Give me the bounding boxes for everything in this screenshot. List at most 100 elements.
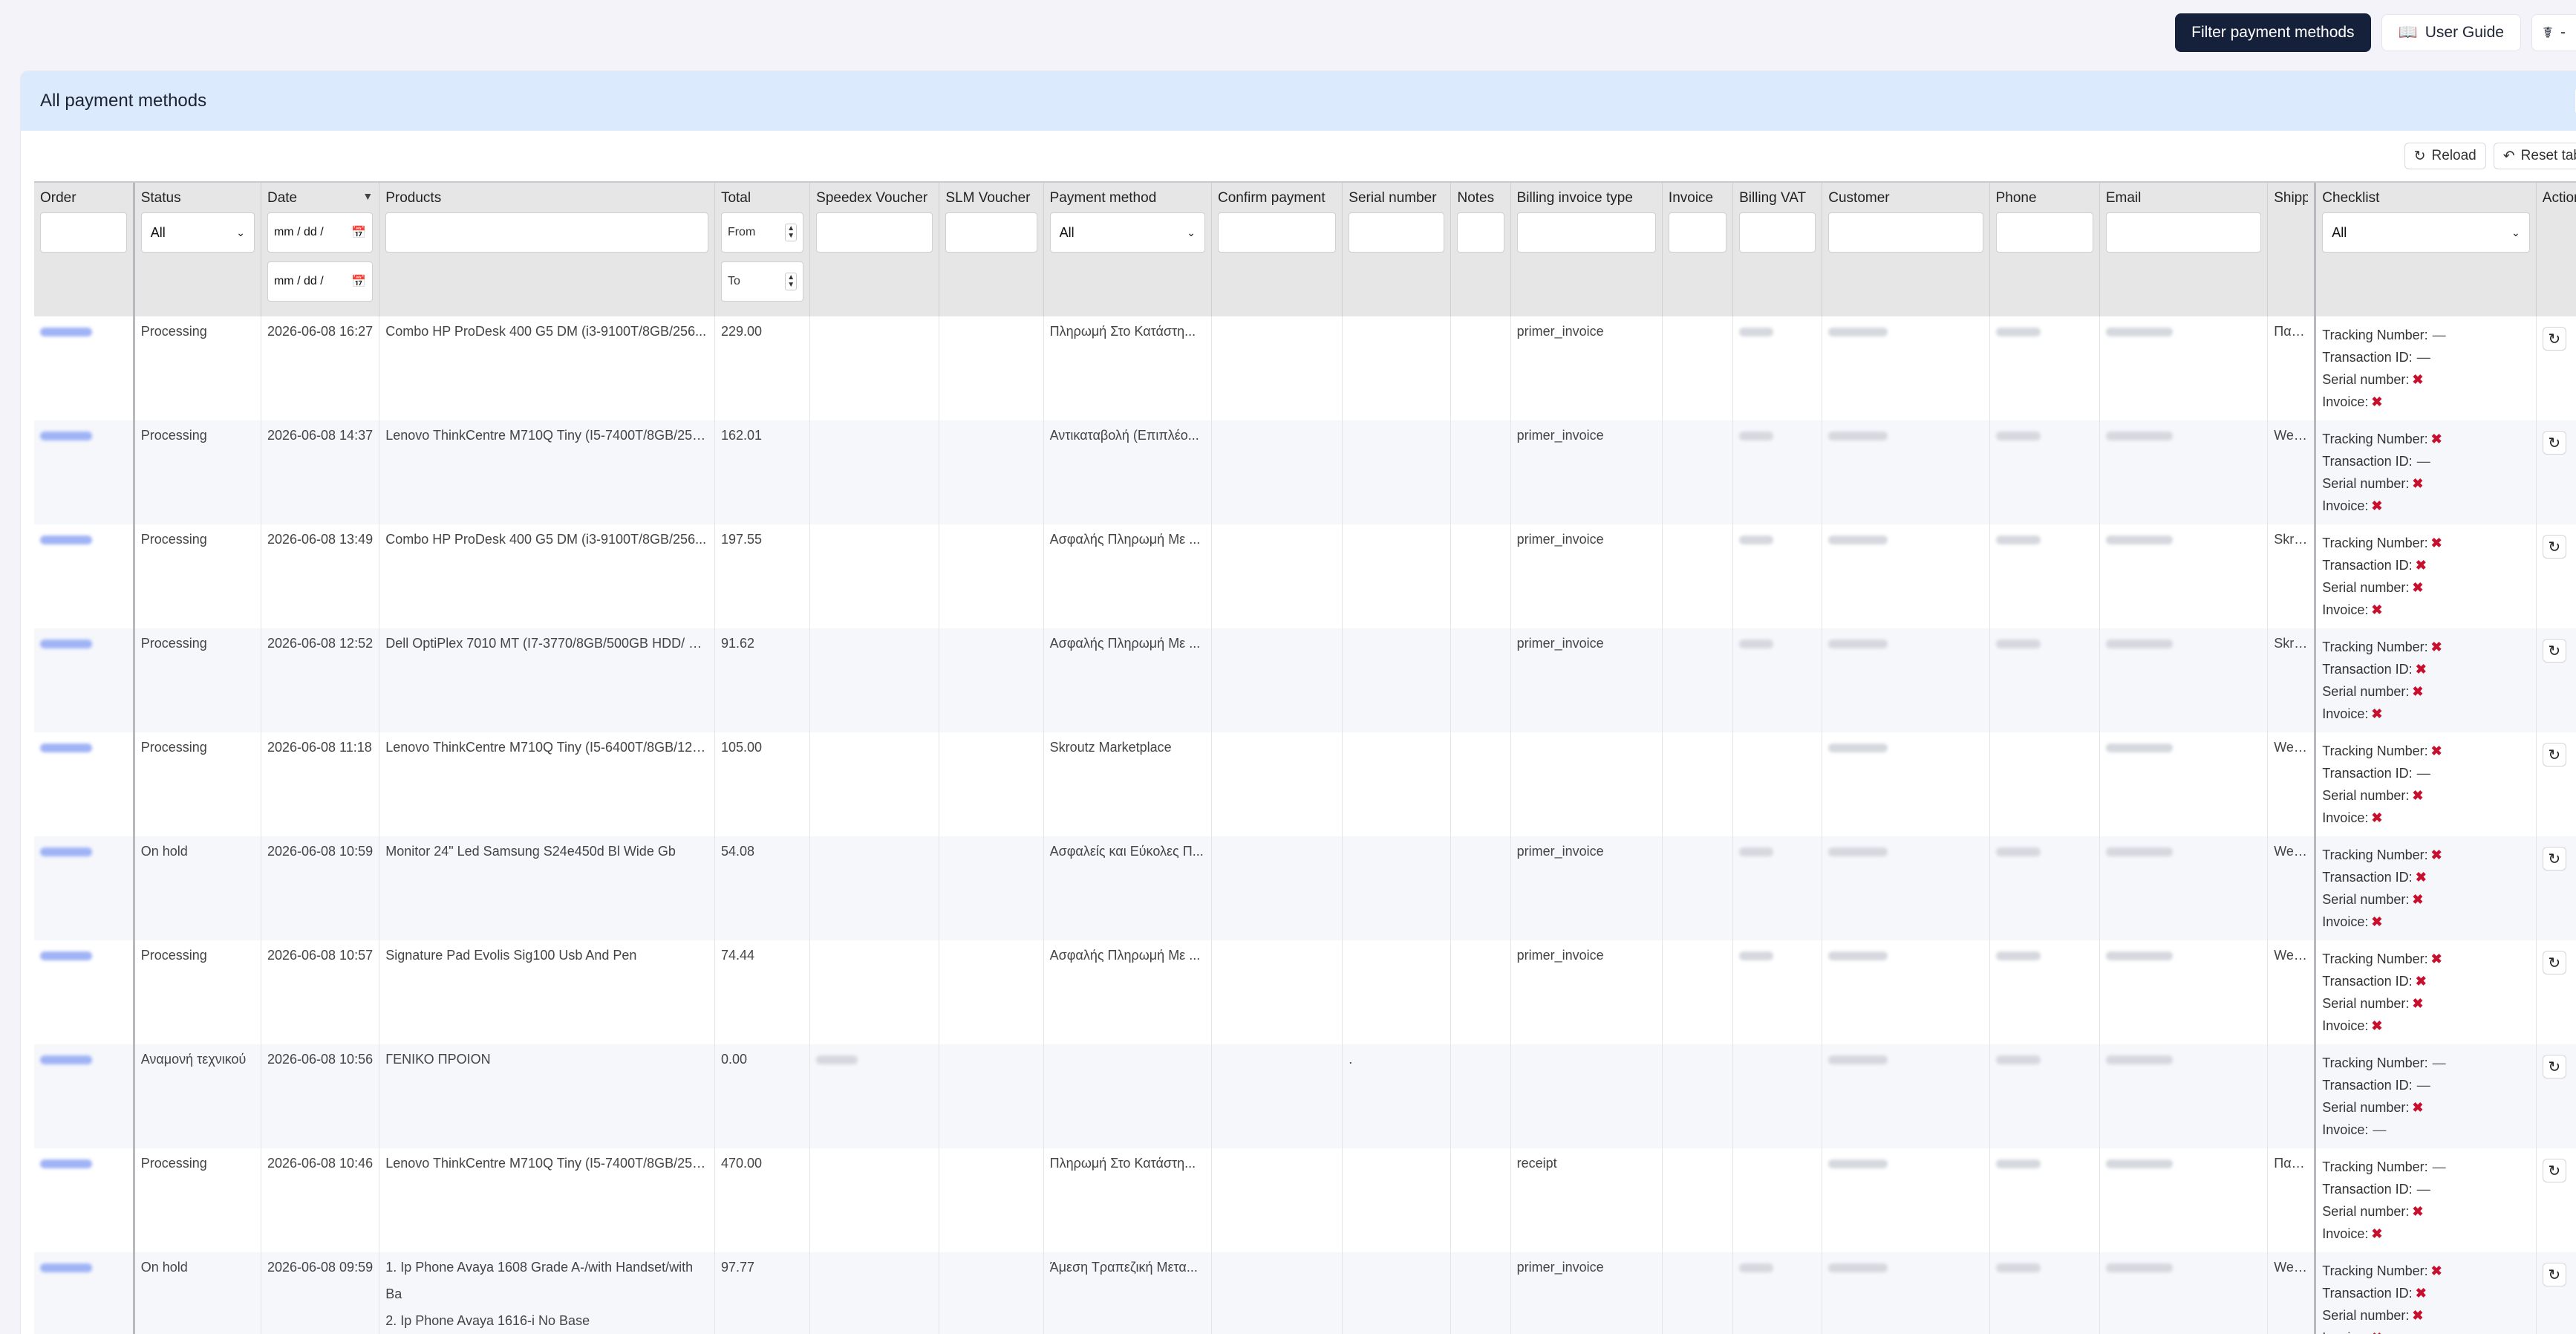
filter-payment-methods-button[interactable]: Filter payment methods	[2175, 13, 2371, 52]
cell-confirm	[1211, 524, 1343, 628]
table-row[interactable]: Processing 2026-06-08 14:37 Lenovo ThinkCe…	[34, 420, 2576, 524]
order-link[interactable]	[40, 1263, 92, 1273]
total-from-input[interactable]: From ▲ ▼	[720, 212, 804, 253]
column-label-vat[interactable]: Billing VAT	[1739, 190, 1816, 206]
order-link[interactable]	[40, 432, 92, 441]
confirm-filter-input[interactable]	[1217, 212, 1337, 253]
sort-desc-icon[interactable]: ▼	[362, 190, 373, 202]
calendar-icon[interactable]: 📅	[351, 274, 366, 289]
refresh-icon[interactable]: ↻	[2542, 327, 2566, 351]
column-label-billing_type[interactable]: Billing invoice type	[1517, 190, 1656, 206]
table-row[interactable]: On hold 2026-06-08 10:59 Monitor 24" Led S…	[34, 836, 2576, 940]
column-label-customer[interactable]: Customer	[1828, 190, 1983, 206]
checklist-label: Invoice:	[2322, 706, 2369, 721]
column-label-serial[interactable]: Serial number	[1349, 190, 1444, 206]
number-spinner-icon[interactable]: ▲ ▼	[785, 224, 798, 241]
column-label-total[interactable]: Total	[721, 190, 803, 206]
column-label-notes[interactable]: Notes	[1457, 190, 1504, 206]
column-label-status[interactable]: Status	[141, 190, 255, 206]
payment-filter-select[interactable]: All ⌄	[1049, 212, 1205, 253]
status-filter-select[interactable]: All ⌄	[140, 212, 255, 253]
billing_type-filter-input[interactable]	[1516, 212, 1656, 253]
refresh-icon[interactable]: ↻	[2542, 743, 2566, 767]
column-label-email[interactable]: Email	[2106, 190, 2261, 206]
slm-filter-input[interactable]	[945, 212, 1037, 253]
notes-filter-input[interactable]	[1457, 212, 1504, 253]
checklist-label: Transaction ID:	[2322, 350, 2413, 365]
cross-icon: ✖	[2371, 706, 2383, 721]
refresh-icon[interactable]: ↻	[2542, 535, 2566, 559]
reset-table-button[interactable]: ↶ Reset tab	[2493, 143, 2576, 169]
refresh-icon[interactable]: ↻	[2542, 431, 2566, 455]
cell-serial	[1342, 940, 1452, 1044]
table-row[interactable]: Αναμονή τεχνικού 2026-06-08 10:56 ΓΕΝΙΚΟ Π…	[34, 1044, 2576, 1148]
column-label-speedex[interactable]: Speedex Voucher	[816, 190, 933, 206]
customer-value	[1828, 1055, 1888, 1065]
shipping-text: Skrout	[2274, 532, 2313, 547]
table-row[interactable]: Processing 2026-06-08 10:46 Lenovo ThinkCe…	[34, 1148, 2576, 1252]
phone-value	[1995, 640, 2041, 649]
table-row[interactable]: Processing 2026-06-08 16:27 Combo HP ProDe…	[34, 316, 2576, 420]
column-label-shipping[interactable]: Shipp	[2274, 190, 2308, 206]
reload-button[interactable]: ↻ Reload	[2404, 143, 2486, 169]
cross-icon: ✖	[2415, 1286, 2427, 1301]
table-row[interactable]: Processing 2026-06-08 10:57 Signature Pad …	[34, 940, 2576, 1044]
column-label-confirm[interactable]: Confirm payment	[1218, 190, 1336, 206]
column-label-products[interactable]: Products	[385, 190, 708, 206]
chevron-down-icon: ⌄	[1187, 226, 1196, 238]
column-label-phone[interactable]: Phone	[1996, 190, 2093, 206]
calendar-icon[interactable]: 📅	[351, 225, 366, 240]
date-from-input[interactable]: mm / dd / 📅	[267, 212, 374, 253]
cell-invoice	[1662, 836, 1734, 940]
number-spinner-icon[interactable]: ▲ ▼	[785, 273, 798, 290]
order-filter-input[interactable]	[40, 212, 127, 253]
total-to-input[interactable]: To ▲ ▼	[720, 261, 804, 302]
order-link[interactable]	[40, 744, 92, 753]
checklist-filter-select[interactable]: All ⌄	[2322, 212, 2530, 253]
serial-filter-input[interactable]	[1349, 212, 1445, 253]
column-label-invoice[interactable]: Invoice	[1669, 190, 1726, 206]
date-to-input[interactable]: mm / dd / 📅	[267, 261, 374, 302]
table-row[interactable]: On hold 2026-06-08 09:59 1. Ip Phone Avaya…	[34, 1252, 2576, 1334]
accessibility-button[interactable]: ☤ -	[2531, 14, 2576, 51]
vat-filter-input[interactable]	[1739, 212, 1816, 253]
customer-filter-input[interactable]	[1828, 212, 1983, 253]
cell-total: 229.00	[714, 316, 811, 420]
refresh-icon[interactable]: ↻	[2542, 639, 2566, 663]
products-filter-input[interactable]	[385, 212, 708, 253]
checklist-transaction: Transaction ID: ✖	[2322, 970, 2529, 992]
cell-date: 2026-06-08 16:27	[261, 316, 380, 420]
column-label-date[interactable]: Date ▼	[267, 190, 373, 206]
order-link[interactable]	[40, 640, 92, 649]
table-row[interactable]: Processing 2026-06-08 13:49 Combo HP ProDe…	[34, 524, 2576, 628]
column-label-order[interactable]: Order	[40, 190, 127, 206]
refresh-icon[interactable]: ↻	[2542, 847, 2566, 871]
table-row[interactable]: Processing 2026-06-08 11:18 Lenovo ThinkCe…	[34, 732, 2576, 836]
payment-method-text: Ασφαλής Πληρωμή Με ...	[1049, 636, 1201, 651]
column-label-checklist[interactable]: Checklist	[2322, 190, 2529, 206]
refresh-icon[interactable]: ↻	[2542, 951, 2566, 975]
serial-text: .	[1349, 1052, 1353, 1067]
checklist-serial: Serial number: ✖	[2322, 784, 2529, 807]
refresh-icon[interactable]: ↻	[2542, 1263, 2566, 1286]
speedex-filter-input[interactable]	[816, 212, 933, 253]
order-link[interactable]	[40, 1055, 92, 1065]
cell-products: Dell OptiPlex 7010 MT (I7-3770/8GB/500GB…	[379, 628, 715, 732]
refresh-icon[interactable]: ↻	[2542, 1159, 2566, 1182]
email-filter-input[interactable]	[2105, 212, 2262, 253]
column-label-actions[interactable]: Actions	[2543, 190, 2576, 206]
table-row[interactable]: Processing 2026-06-08 12:52 Dell OptiPlex …	[34, 628, 2576, 732]
invoice-filter-input[interactable]	[1668, 212, 1727, 253]
order-link[interactable]	[40, 847, 92, 857]
refresh-icon[interactable]: ↻	[2542, 1055, 2566, 1078]
cell-invoice	[1662, 940, 1734, 1044]
user-guide-button[interactable]: 📖 User Guide	[2381, 14, 2521, 51]
column-label-slm[interactable]: SLM Voucher	[945, 190, 1037, 206]
order-link[interactable]	[40, 536, 92, 545]
order-link[interactable]	[40, 1159, 92, 1169]
order-link[interactable]	[40, 328, 92, 337]
order-link[interactable]	[40, 951, 92, 961]
customer-value	[1828, 640, 1888, 649]
column-label-payment[interactable]: Payment method	[1050, 190, 1205, 206]
phone-filter-input[interactable]	[1995, 212, 2093, 253]
